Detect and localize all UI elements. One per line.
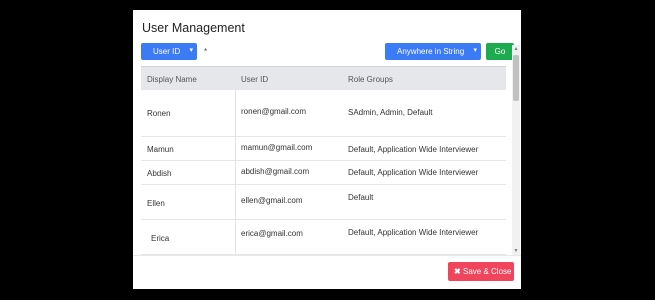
cell-display-name: Ellen (147, 199, 165, 208)
table-row[interactable]: Abdish abdish@gmail.com Default, Applica… (141, 161, 506, 185)
cell-display-name: Abdish (147, 169, 172, 178)
save-close-label: Save & Close (463, 267, 512, 276)
scrollbar-thumb[interactable] (513, 55, 519, 101)
cell-user-id: ellen@gmail.com (241, 196, 303, 205)
table-row[interactable]: Ronen ronen@gmail.com SAdmin, Admin, Def… (141, 90, 506, 137)
cell-role-groups: Default (348, 193, 374, 202)
go-button[interactable]: Go (486, 43, 514, 60)
caret-down-icon: ▾ (473, 47, 477, 54)
scroll-down-icon[interactable]: ▼ (512, 247, 520, 255)
cell-user-id: ronen@gmail.com (241, 107, 307, 116)
cell-user-id: mamun@gmail.com (241, 143, 313, 152)
table-scrollbar[interactable]: ▲ ▼ (512, 45, 520, 255)
table-row[interactable]: Ellen ellen@gmail.com Default (141, 185, 506, 220)
cell-role-groups: SAdmin, Admin, Default (348, 108, 433, 117)
cell-display-name: Erica (151, 234, 170, 243)
table-row[interactable]: Erica erica@gmail.com Default, Applicati… (141, 220, 506, 255)
save-close-button[interactable]: ✖ Save & Close (448, 262, 514, 281)
scroll-up-icon[interactable]: ▲ (512, 45, 520, 53)
search-bar: User ID ▾ Anywhere in String ▾ Go (141, 43, 514, 60)
cell-role-groups: Default, Application Wide Interviewer (348, 145, 479, 154)
column-header-display-name[interactable]: Display Name (147, 75, 197, 84)
search-type-dropdown[interactable]: User ID ▾ (141, 43, 197, 60)
modal-title: User Management (142, 21, 245, 35)
cell-role-groups: Default, Application Wide Interviewer (348, 228, 479, 237)
column-header-role-groups[interactable]: Role Groups (348, 75, 393, 84)
users-table: Display Name User ID Role Groups Ronen r… (141, 66, 506, 255)
table-row[interactable]: Mamun mamun@gmail.com Default, Applicati… (141, 137, 506, 161)
close-icon: ✖ (454, 267, 461, 276)
caret-down-icon: ▾ (189, 47, 193, 54)
table-header: Display Name User ID Role Groups (141, 66, 506, 90)
match-mode-dropdown[interactable]: Anywhere in String ▾ (385, 43, 481, 60)
column-header-user-id[interactable]: User ID (241, 75, 268, 84)
cell-role-groups: Default, Application Wide Interviewer (348, 168, 479, 177)
search-input[interactable] (197, 43, 377, 60)
cell-display-name: Mamun (147, 145, 174, 154)
user-management-modal: User Management User ID ▾ Anywhere in St… (133, 10, 521, 289)
cell-user-id: abdish@gmail.com (241, 167, 310, 176)
match-mode-label: Anywhere in String (397, 47, 465, 56)
search-type-label: User ID (153, 47, 181, 56)
cell-display-name: Ronen (147, 109, 171, 118)
footer-divider (133, 255, 521, 256)
cell-user-id: erica@gmail.com (241, 229, 303, 238)
